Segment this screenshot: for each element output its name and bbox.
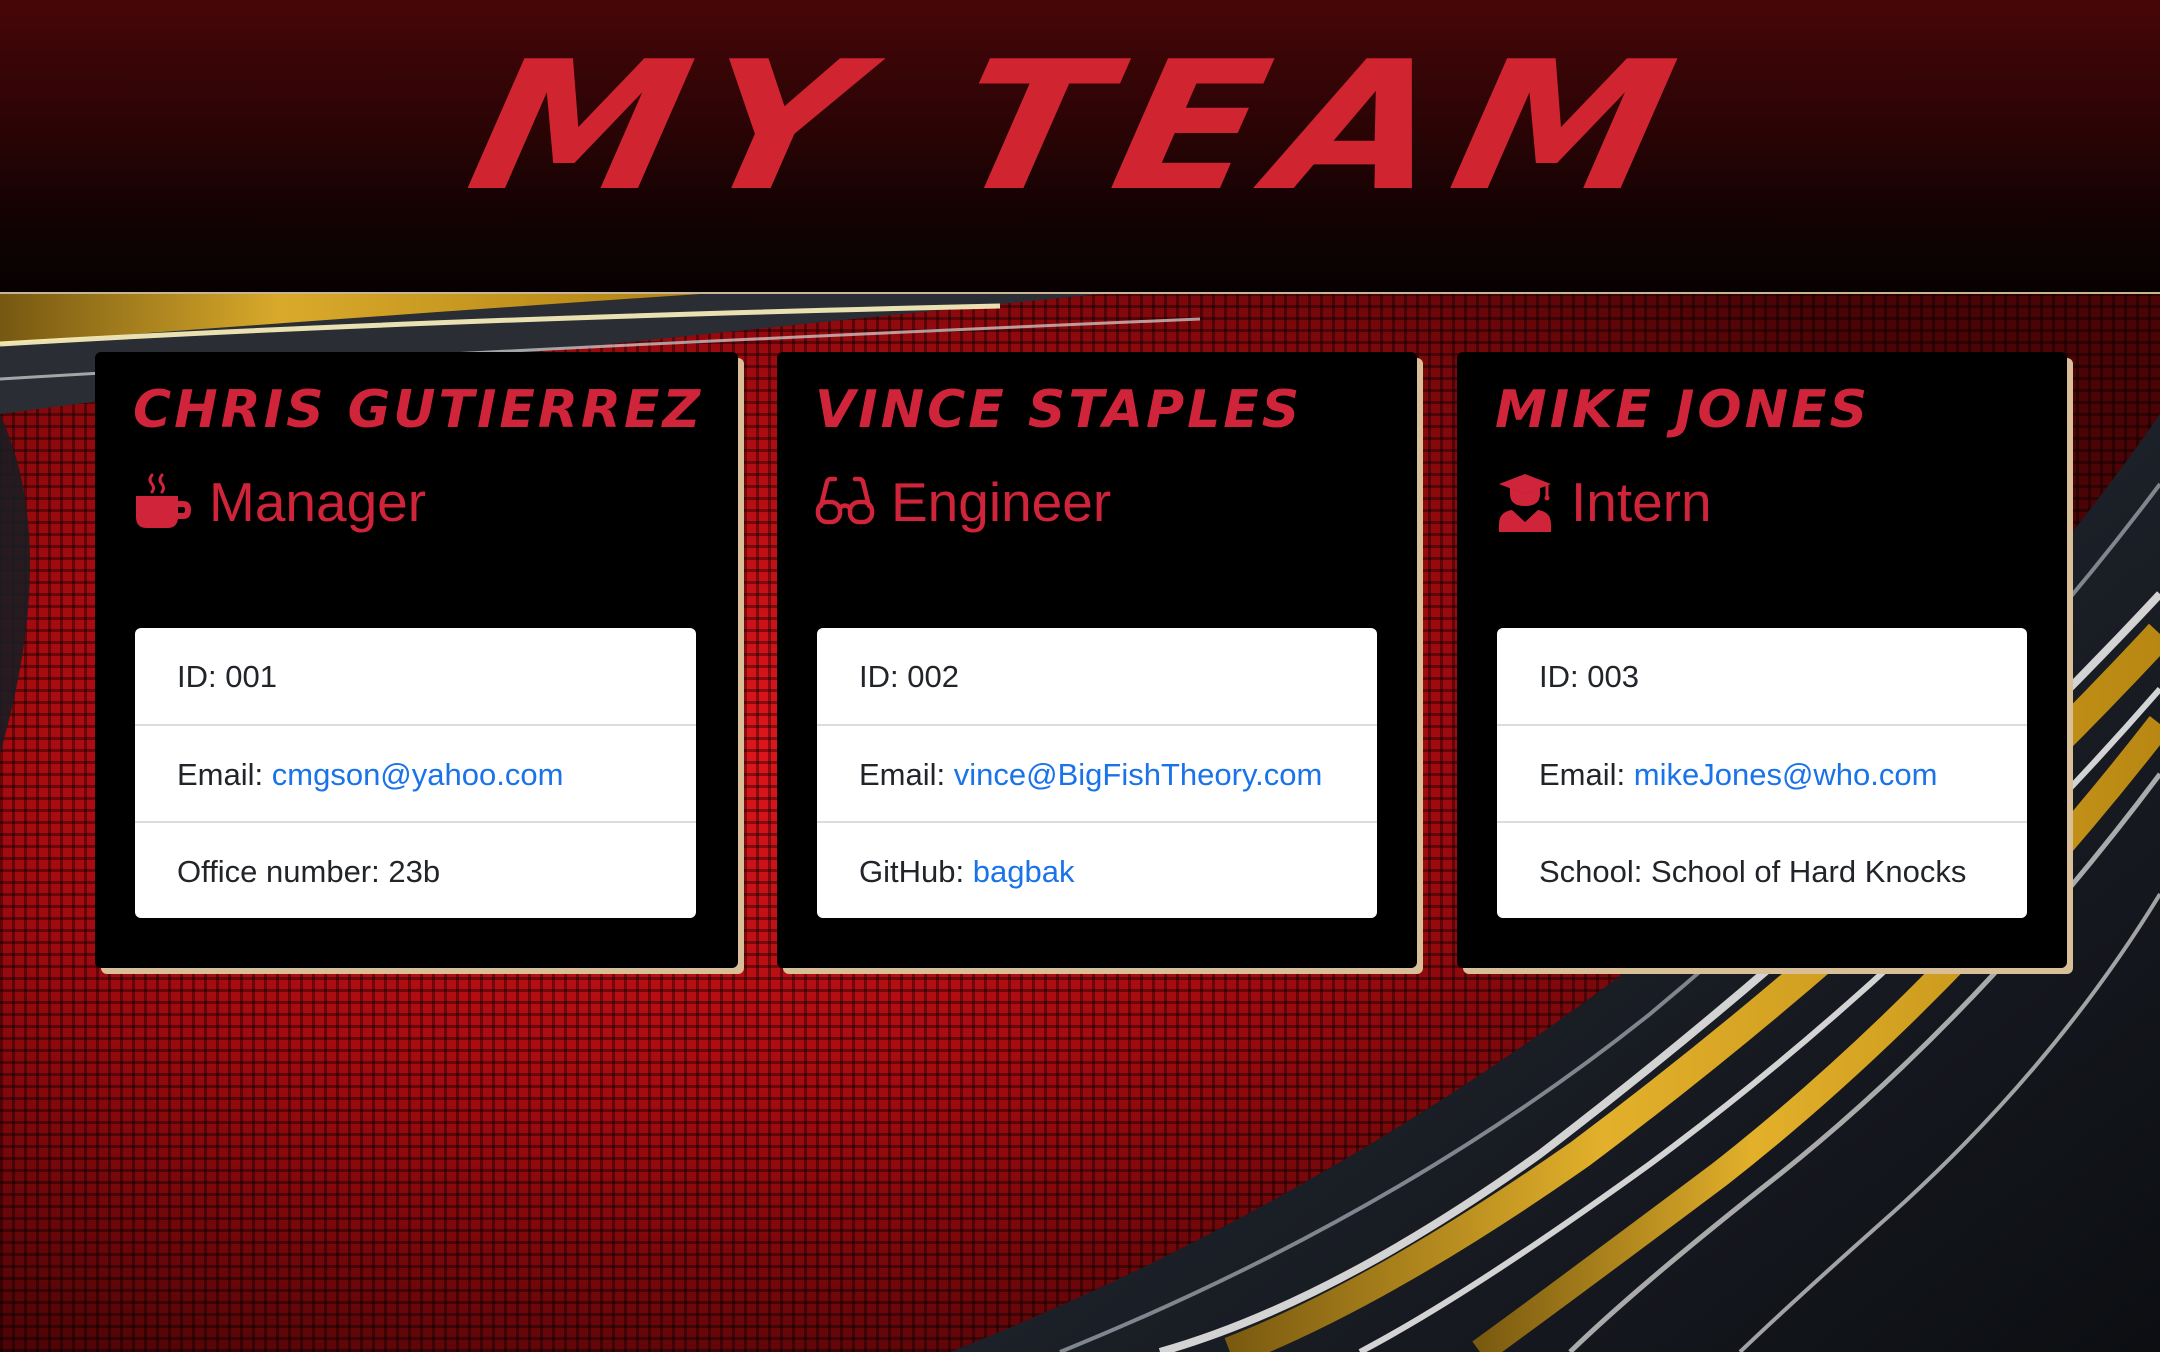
id-label: ID: [859, 659, 899, 694]
role-label: Manager [209, 471, 427, 533]
employee-role: Intern [1495, 470, 1712, 534]
coffee-mug-icon [133, 472, 193, 532]
id-label: ID: [177, 659, 217, 694]
office-number-label: Office number: [177, 854, 380, 889]
email-label: Email: [177, 757, 264, 792]
id-row: ID: 001 [135, 628, 696, 724]
school-row: School: School of Hard Knocks [1497, 821, 2027, 918]
role-label: Engineer [891, 471, 1112, 533]
id-value: 001 [225, 659, 277, 694]
github-label: GitHub: [859, 854, 965, 889]
email-row: Email: mikeJones@who.com [1497, 724, 2027, 821]
id-label: ID: [1539, 659, 1579, 694]
employee-name: Vince Staples [815, 380, 1303, 440]
role-label: Intern [1571, 471, 1712, 533]
email-row: Email: vince@BigFishTheory.com [817, 724, 1377, 821]
id-row: ID: 003 [1497, 628, 2027, 724]
office-number-row: Office number: 23b [135, 821, 696, 918]
id-row: ID: 002 [817, 628, 1377, 724]
id-value: 002 [907, 659, 959, 694]
email-link[interactable]: cmgson@yahoo.com [272, 757, 564, 792]
school-label: School: [1539, 854, 1643, 889]
email-link[interactable]: vince@BigFishTheory.com [954, 757, 1323, 792]
github-link[interactable]: bagbak [973, 854, 1075, 889]
email-label: Email: [1539, 757, 1626, 792]
page-title: MY TEAM [454, 23, 1706, 230]
github-row: GitHub: bagbak [817, 821, 1377, 918]
email-label: Email: [859, 757, 946, 792]
employee-card-intern: Mike Jones Intern ID: 003 Email: mikeJon… [1457, 352, 2067, 968]
graduate-icon [1495, 472, 1555, 532]
employee-details: ID: 001 Email: cmgson@yahoo.com Office n… [135, 628, 696, 918]
employee-details: ID: 003 Email: mikeJones@who.com School:… [1497, 628, 2027, 918]
school-value: School of Hard Knocks [1651, 854, 1967, 889]
employee-card-engineer: Vince Staples Engineer ID: 002 Email: vi… [777, 352, 1417, 968]
id-value: 003 [1587, 659, 1639, 694]
employee-role: Manager [133, 470, 426, 534]
email-link[interactable]: mikeJones@who.com [1634, 757, 1938, 792]
employee-card-manager: Chris Gutierrez Manager ID: 001 Email: c… [95, 352, 738, 968]
employee-name: Chris Gutierrez [133, 380, 704, 440]
page-header: MY TEAM [0, 0, 2160, 294]
employee-name: Mike Jones [1495, 380, 1871, 440]
employee-details: ID: 002 Email: vince@BigFishTheory.com G… [817, 628, 1377, 918]
glasses-icon [815, 472, 875, 532]
employee-role: Engineer [815, 470, 1111, 534]
office-number-value: 23b [388, 854, 441, 889]
email-row: Email: cmgson@yahoo.com [135, 724, 696, 821]
